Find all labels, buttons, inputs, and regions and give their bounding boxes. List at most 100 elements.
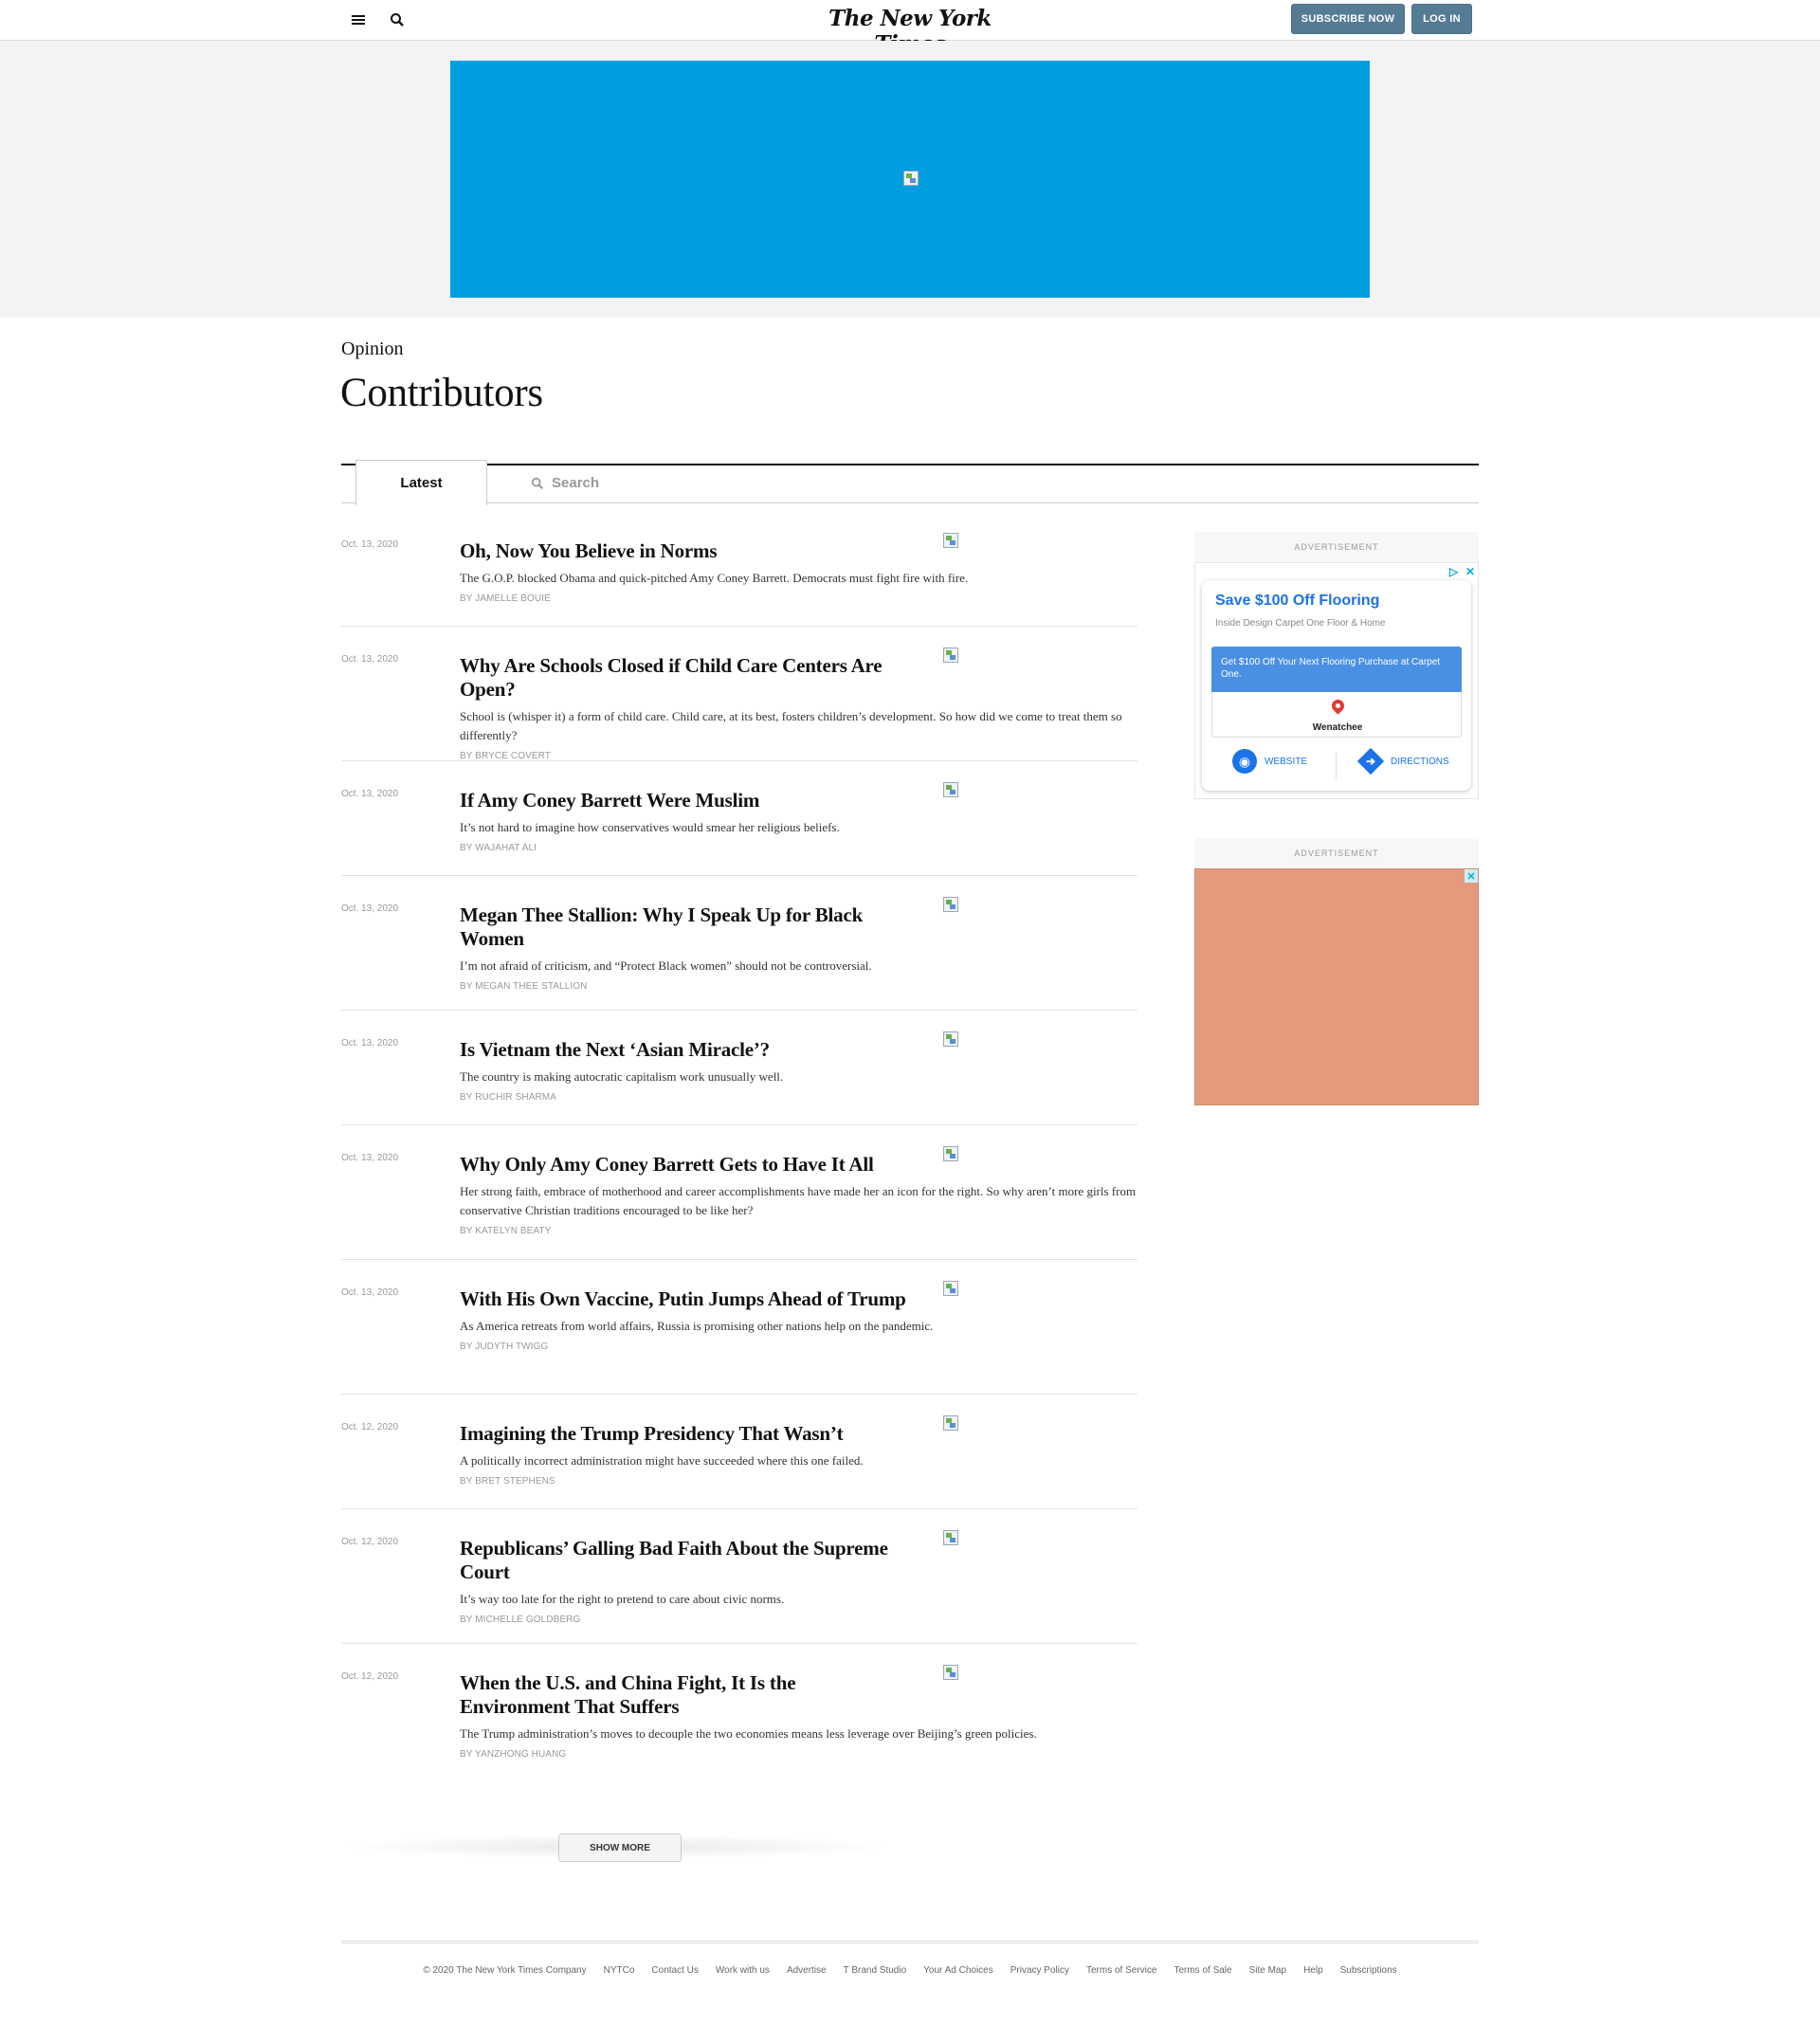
- adchoices-icon[interactable]: ▷: [1449, 565, 1458, 578]
- website-button[interactable]: ◉ WEBSITE: [1232, 749, 1307, 774]
- story-headline[interactable]: Republicans’ Galling Bad Faith About the…: [460, 1537, 910, 1584]
- page-title: Contributors: [340, 371, 543, 415]
- footer-link[interactable]: Terms of Service: [1086, 1965, 1156, 1976]
- story-thumbnail[interactable]: [943, 782, 958, 797]
- sidebar-ad-1: ADVERTISEMENT ▷ ✕ Save $100 Off Flooring…: [1194, 532, 1479, 799]
- story-item[interactable]: Oct. 13, 2020 If Amy Coney Barrett Were M…: [341, 780, 1138, 876]
- ad-card[interactable]: Save $100 Off Flooring Inside Design Car…: [1202, 580, 1471, 791]
- directions-button[interactable]: ➔ DIRECTIONS: [1356, 747, 1449, 775]
- footer-link[interactable]: Privacy Policy: [1010, 1965, 1069, 1976]
- ad-card-title[interactable]: Save $100 Off Flooring: [1215, 593, 1379, 610]
- footer-link[interactable]: NYTCo: [604, 1965, 635, 1976]
- globe-icon: ◉: [1232, 749, 1257, 774]
- story-item[interactable]: Oct. 13, 2020 Why Only Amy Coney Barrett …: [341, 1144, 1138, 1260]
- story-item[interactable]: Oct. 13, 2020 Is Vietnam the Next ‘Asian …: [341, 1030, 1138, 1125]
- footer-link[interactable]: Advertise: [787, 1965, 827, 1976]
- story-date: Oct. 12, 2020: [341, 1671, 399, 1682]
- search-icon: [531, 477, 543, 489]
- close-icon[interactable]: ✕: [1465, 869, 1478, 883]
- story-thumbnail[interactable]: [943, 897, 958, 912]
- story-date: Oct. 12, 2020: [341, 1422, 399, 1432]
- banner-ad[interactable]: [450, 61, 1370, 298]
- close-icon[interactable]: ✕: [1465, 565, 1475, 578]
- story-item[interactable]: Oct. 12, 2020 Republicans’ Galling Bad Fa…: [341, 1528, 1138, 1644]
- story-headline[interactable]: Oh, Now You Believe in Norms: [460, 539, 910, 563]
- story-summary: Her strong faith, embrace of motherhood …: [460, 1184, 1137, 1217]
- ad-creative[interactable]: ▷ ✕ Save $100 Off Flooring Inside Design…: [1194, 562, 1479, 799]
- story-byline: By JUDYTH TWIGG: [460, 1341, 549, 1352]
- ad-card-subtitle: Inside Design Carpet One Floor & Home: [1215, 618, 1386, 629]
- story-thumbnail[interactable]: [943, 533, 958, 548]
- story-byline: By MEGAN THEE STALLION: [460, 981, 588, 992]
- story-headline[interactable]: With His Own Vaccine, Putin Jumps Ahead …: [460, 1287, 910, 1311]
- search-label: Search: [552, 475, 600, 491]
- story-summary: I’m not afraid of criticism, and “Protec…: [460, 958, 872, 973]
- story-item[interactable]: Oct. 13, 2020 Oh, Now You Believe in Norm…: [341, 531, 1138, 627]
- show-more-button[interactable]: SHOW MORE: [558, 1833, 682, 1862]
- story-thumbnail[interactable]: [943, 1281, 958, 1296]
- section-kicker[interactable]: Opinion: [341, 338, 404, 360]
- tab-bar: Latest Search: [341, 460, 1479, 505]
- directions-label: DIRECTIONS: [1391, 756, 1449, 767]
- story-thumbnail[interactable]: [943, 1031, 958, 1047]
- story-date: Oct. 13, 2020: [341, 1287, 399, 1298]
- story-stream: Oct. 13, 2020 Oh, Now You Believe in Norm…: [341, 531, 1138, 1805]
- story-headline[interactable]: Is Vietnam the Next ‘Asian Miracle’?: [460, 1038, 910, 1062]
- story-thumbnail[interactable]: [943, 1415, 958, 1431]
- story-headline[interactable]: Why Are Schools Closed if Child Care Cen…: [460, 654, 910, 702]
- story-date: Oct. 12, 2020: [341, 1537, 399, 1547]
- story-thumbnail[interactable]: [943, 1146, 958, 1161]
- story-item[interactable]: Oct. 12, 2020 Imagining the Trump Preside…: [341, 1414, 1138, 1509]
- story-summary: A politically incorrect administration m…: [460, 1453, 864, 1468]
- footer-copyright: © 2020 The New York Times Company: [423, 1965, 587, 1976]
- advertisement-label: ADVERTISEMENT: [1294, 848, 1379, 858]
- story-byline: By JAMELLE BOUIE: [460, 593, 551, 604]
- story-thumbnail[interactable]: [943, 1530, 958, 1545]
- story-date: Oct. 13, 2020: [341, 1038, 399, 1049]
- story-headline[interactable]: Megan Thee Stallion: Why I Speak Up for …: [460, 903, 910, 951]
- top-bar: The New York Times SUBSCRIBE NOW LOG IN: [0, 0, 1820, 57]
- story-byline: By BRYCE COVERT: [460, 751, 551, 761]
- ad-card-map[interactable]: Wenatchee: [1211, 692, 1462, 738]
- footer-link[interactable]: Site Map: [1249, 1965, 1286, 1976]
- story-date: Oct. 13, 2020: [341, 903, 399, 914]
- footer-link[interactable]: Subscriptions: [1340, 1965, 1397, 1976]
- story-headline[interactable]: Why Only Amy Coney Barrett Gets to Have …: [460, 1153, 910, 1177]
- story-item[interactable]: Oct. 13, 2020 Why Are Schools Closed if C…: [341, 646, 1138, 761]
- footer-link[interactable]: T Brand Studio: [844, 1965, 907, 1976]
- story-headline[interactable]: Imagining the Trump Presidency That Wasn…: [460, 1422, 910, 1446]
- story-date: Oct. 13, 2020: [341, 1153, 399, 1163]
- story-thumbnail[interactable]: [943, 1665, 958, 1680]
- story-summary: As America retreats from world affairs, …: [460, 1319, 934, 1333]
- story-item[interactable]: Oct. 12, 2020 When the U.S. and China Fig…: [341, 1663, 1138, 1805]
- footer-link[interactable]: Help: [1303, 1965, 1323, 1976]
- story-byline: By MICHELLE GOLDBERG: [460, 1615, 581, 1625]
- story-summary: School is (whisper it) a form of child c…: [460, 709, 1122, 742]
- footer-link[interactable]: Work with us: [716, 1965, 770, 1976]
- tab-search[interactable]: Search: [531, 475, 599, 491]
- story-item[interactable]: Oct. 13, 2020 With His Own Vaccine, Putin…: [341, 1279, 1138, 1395]
- directions-icon: ➔: [1356, 747, 1385, 775]
- advertisement-label: ADVERTISEMENT: [1294, 542, 1379, 552]
- story-byline: By WAJAHAT ALI: [460, 843, 537, 853]
- story-thumbnail[interactable]: [943, 648, 958, 663]
- story-date: Oct. 13, 2020: [341, 654, 399, 665]
- ad-card-offer[interactable]: Get $100 Off Your Next Flooring Purchase…: [1211, 647, 1462, 692]
- sidebar-ad-2: ADVERTISEMENT ✕: [1194, 838, 1479, 1105]
- login-button[interactable]: LOG IN: [1411, 4, 1472, 34]
- story-byline: By BRET STEPHENS: [460, 1476, 555, 1487]
- tab-latest[interactable]: Latest: [355, 460, 487, 505]
- story-headline[interactable]: If Amy Coney Barrett Were Muslim: [460, 789, 910, 812]
- footer-link[interactable]: Your Ad Choices: [923, 1965, 993, 1976]
- map-location: Wenatchee: [1312, 722, 1363, 733]
- ad-creative[interactable]: ✕: [1194, 868, 1479, 1105]
- footer-link[interactable]: Terms of Sale: [1174, 1965, 1231, 1976]
- story-item[interactable]: Oct. 13, 2020 Megan Thee Stallion: Why I …: [341, 895, 1138, 1011]
- story-date: Oct. 13, 2020: [341, 789, 399, 799]
- story-headline[interactable]: When the U.S. and China Fight, It Is the…: [460, 1671, 910, 1719]
- menu-icon[interactable]: [347, 9, 370, 31]
- subscribe-button[interactable]: SUBSCRIBE NOW: [1291, 4, 1405, 34]
- footer-link[interactable]: Contact Us: [651, 1965, 698, 1976]
- story-summary: The country is making autocratic capital…: [460, 1069, 784, 1084]
- search-icon[interactable]: [386, 9, 409, 31]
